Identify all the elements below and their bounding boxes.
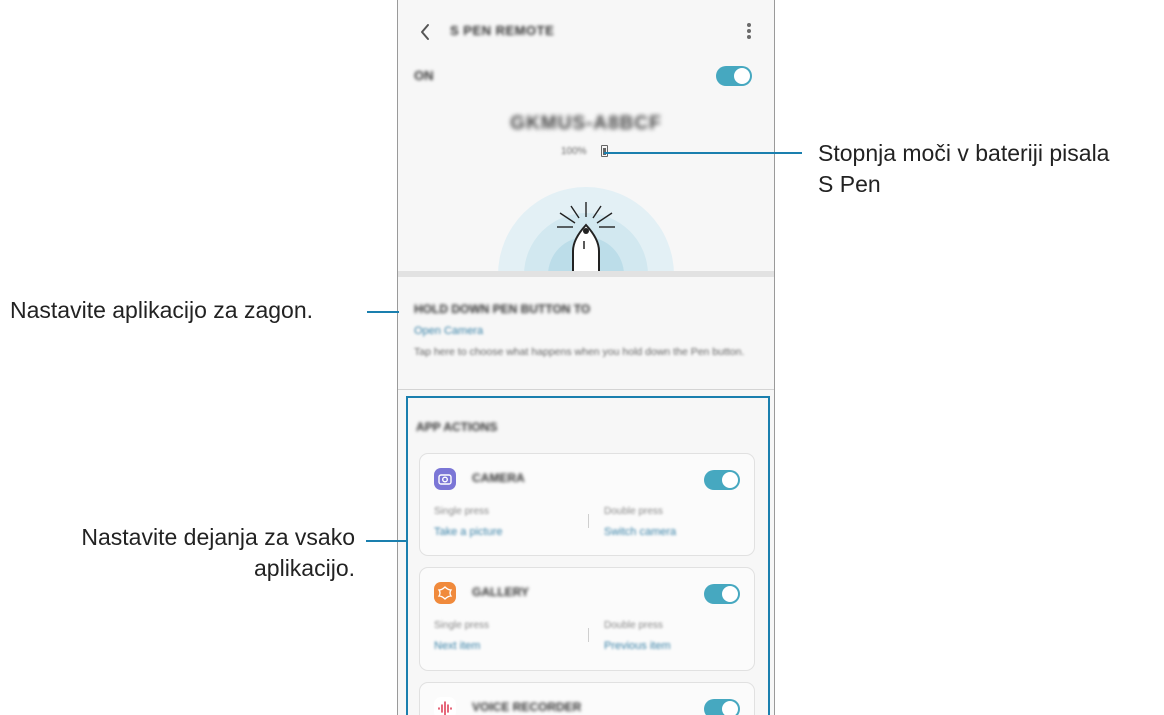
s-pen-illustration <box>491 185 681 277</box>
master-switch-row[interactable]: ON <box>398 64 774 88</box>
chevron-left-icon <box>421 24 429 40</box>
battery-icon <box>601 145 608 157</box>
device-name: GKMUS-A8BCF <box>510 113 662 134</box>
hold-setting-description: Tap here to choose what happens when you… <box>414 346 745 358</box>
battery-level: 100% <box>561 146 587 157</box>
hold-pen-button-setting[interactable]: HOLD DOWN PEN BUTTON TO Open Camera Tap … <box>398 277 774 389</box>
launch-app-callout-line <box>367 311 399 313</box>
hold-setting-title: HOLD DOWN PEN BUTTON TO <box>414 302 591 316</box>
master-toggle[interactable] <box>716 66 752 86</box>
actions-callout-line2: aplikacijo. <box>254 555 355 581</box>
actions-callout-line <box>366 540 407 542</box>
battery-callout-line1: Stopnja moči v bateriji pisala <box>818 140 1110 166</box>
battery-callout-line2: S Pen <box>818 171 881 197</box>
more-options-icon[interactable] <box>746 21 752 43</box>
app-actions-highlight <box>406 396 770 715</box>
app-bar: S PEN REMOTE <box>398 0 774 64</box>
master-switch-label: ON <box>414 68 434 83</box>
section-divider <box>398 389 774 390</box>
actions-callout: Nastavite dejanja za vsako aplikacijo. <box>81 522 355 584</box>
page-title: S PEN REMOTE <box>450 23 555 38</box>
back-button[interactable] <box>414 20 438 44</box>
hold-setting-value: Open Camera <box>414 325 484 337</box>
actions-callout-line1: Nastavite dejanja za vsako <box>81 524 355 550</box>
battery-callout-line <box>604 152 802 154</box>
battery-callout: Stopnja moči v bateriji pisala S Pen <box>818 138 1109 200</box>
launch-app-callout: Nastavite aplikacijo za zagon. <box>10 297 313 323</box>
